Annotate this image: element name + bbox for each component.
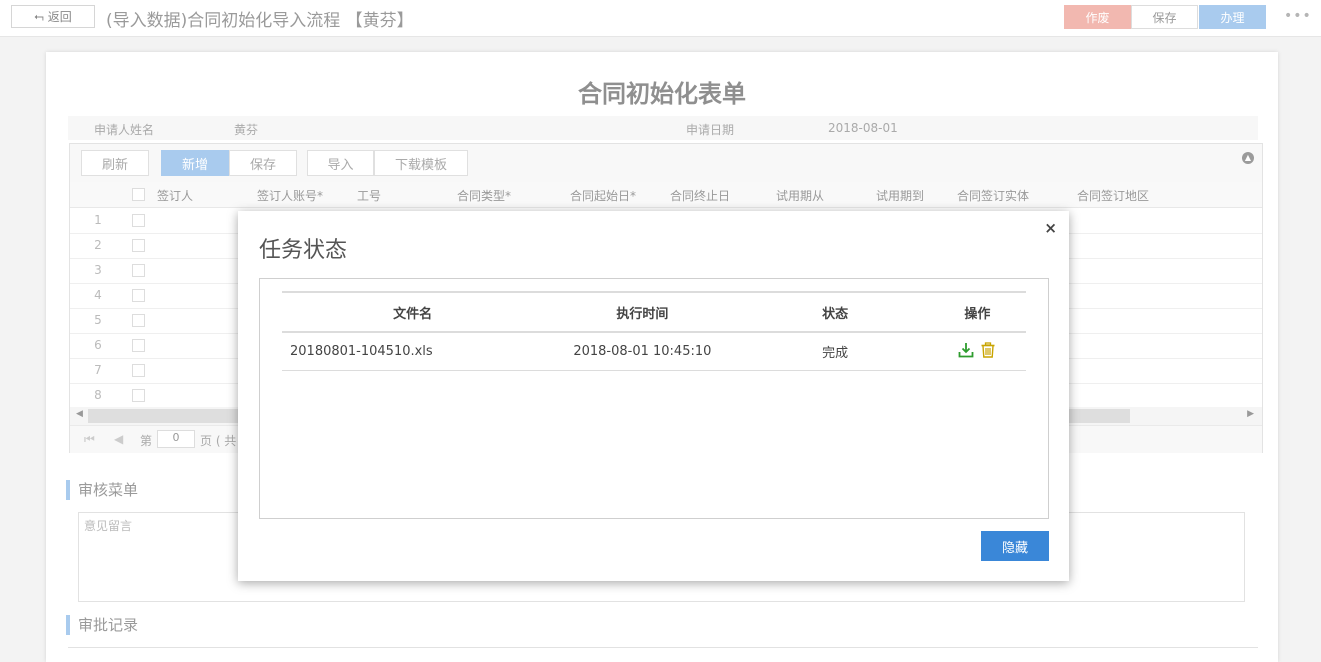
header-actions: 操作 [928, 292, 1026, 333]
header-file-name: 文件名 [282, 292, 544, 333]
task-status-modal: × 任务状态 文件名 执行时间 状态 操作 20180801-104510.xl… [238, 211, 1069, 581]
delete-icon[interactable] [980, 341, 996, 362]
task-table: 文件名 执行时间 状态 操作 20180801-104510.xls 2018-… [282, 291, 1026, 371]
header-status: 状态 [741, 292, 929, 333]
hide-button[interactable]: 隐藏 [981, 531, 1049, 561]
download-icon[interactable] [958, 342, 974, 362]
status-cell: 完成 [741, 332, 929, 371]
modal-title: 任务状态 [259, 238, 348, 263]
header-exec-time: 执行时间 [543, 292, 742, 333]
close-icon[interactable]: × [1044, 219, 1057, 237]
actions-cell [928, 332, 1026, 371]
task-table-header: 文件名 执行时间 状态 操作 [282, 292, 1026, 333]
table-row: 20180801-104510.xls 2018-08-01 10:45:10 … [282, 332, 1026, 371]
file-name-cell: 20180801-104510.xls [282, 332, 544, 371]
exec-time-cell: 2018-08-01 10:45:10 [543, 332, 742, 371]
modal-body: 文件名 执行时间 状态 操作 20180801-104510.xls 2018-… [259, 278, 1049, 519]
